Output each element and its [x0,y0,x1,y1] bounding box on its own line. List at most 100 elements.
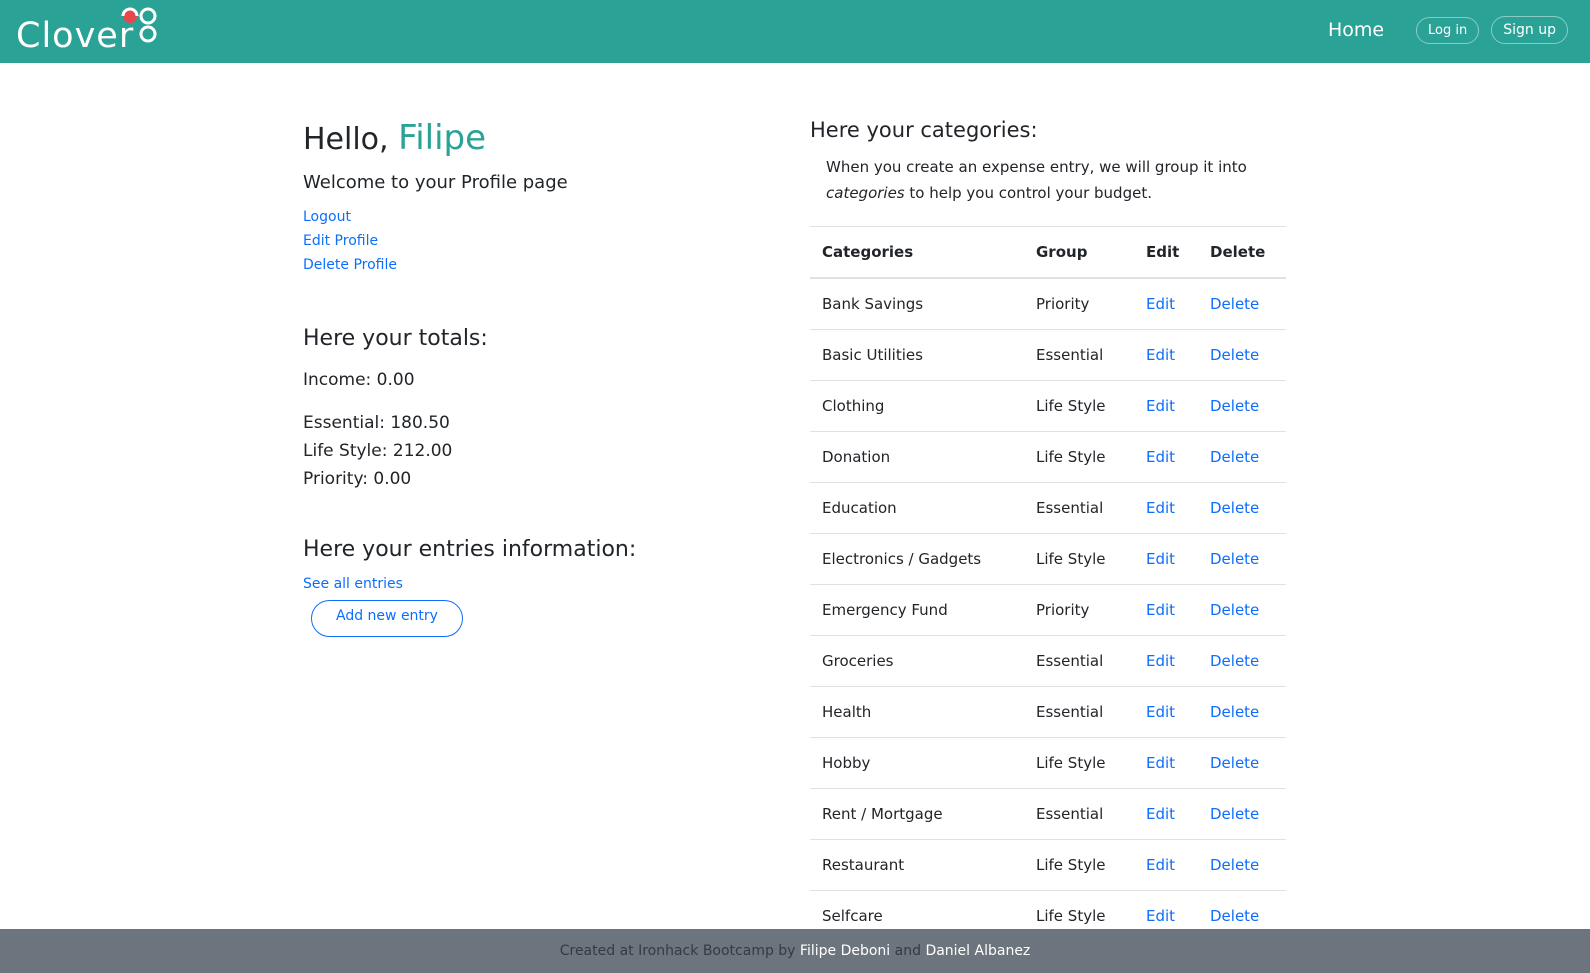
delete-category-link-cell: Delete [1198,431,1286,483]
delete-category-link[interactable]: Delete [1210,346,1259,364]
footer-author-1[interactable]: Filipe Deboni [800,943,890,959]
edit-category-link[interactable]: Edit [1146,754,1175,772]
greeting-heading: Hello, Filipe [303,118,763,158]
logout-link[interactable]: Logout [303,205,763,229]
footer-author-2[interactable]: Daniel Albanez [925,943,1030,959]
category-group-cell: Priority [1024,584,1134,636]
welcome-text: Welcome to your Profile page [303,172,568,193]
edit-category-link-cell: Edit [1134,839,1198,891]
delete-category-link-cell: Delete [1198,277,1286,330]
category-group: Life Style [1036,907,1106,925]
signup-button[interactable]: Sign up [1491,16,1568,44]
category-name: Hobby [822,754,871,772]
edit-category-link-cell: Edit [1134,635,1198,687]
category-group-cell: Essential [1024,635,1134,687]
category-name: Emergency Fund [822,601,948,619]
edit-category-link[interactable]: Edit [1146,550,1175,568]
delete-category-link-cell: Delete [1198,584,1286,636]
category-name-cell: Hobby [810,737,1024,789]
category-name-cell: Rent / Mortgage [810,788,1024,840]
category-name: Clothing [822,397,885,415]
category-name: Rent / Mortgage [822,805,943,823]
table-row: Education Essential Edit Delete [810,482,1286,534]
delete-category-link[interactable]: Delete [1210,907,1259,925]
add-new-entry-button[interactable]: Add new entry [311,600,463,637]
login-button[interactable]: Log in [1416,16,1480,44]
nav-right: Home Log in Sign up [1328,16,1568,44]
edit-category-link-cell: Edit [1134,277,1198,330]
category-name-cell: Emergency Fund [810,584,1024,636]
edit-category-link[interactable]: Edit [1146,856,1175,874]
delete-category-link[interactable]: Delete [1210,856,1259,874]
category-name-cell: Restaurant [810,839,1024,891]
delete-category-link[interactable]: Delete [1210,448,1259,466]
category-group-cell: Life Style [1024,533,1134,585]
edit-category-link-cell: Edit [1134,482,1198,534]
delete-category-link[interactable]: Delete [1210,703,1259,721]
edit-category-link[interactable]: Edit [1146,907,1175,925]
edit-category-link-cell: Edit [1134,380,1198,432]
edit-category-link[interactable]: Edit [1146,805,1175,823]
category-group-cell: Life Style [1024,839,1134,891]
category-name: Selfcare [822,907,883,925]
table-row: Electronics / Gadgets Life Style Edit Delet… [810,533,1286,585]
table-row: Rent / Mortgage Essential Edit Delete [810,788,1286,840]
delete-category-link-cell: Delete [1198,788,1286,840]
edit-category-link[interactable]: Edit [1146,652,1175,670]
edit-category-link[interactable]: Edit [1146,703,1175,721]
desc-emphasis: categories [826,184,905,202]
delete-category-link[interactable]: Delete [1210,652,1259,670]
categories-description: When you create an expense entry, we wil… [826,154,1266,206]
delete-category-link[interactable]: Delete [1210,550,1259,568]
category-name-cell: Groceries [810,635,1024,687]
delete-category-link[interactable]: Delete [1210,397,1259,415]
category-group: Essential [1036,652,1104,670]
category-group: Essential [1036,703,1104,721]
category-name-cell: Basic Utilities [810,329,1024,381]
delete-category-link-cell: Delete [1198,380,1286,432]
edit-category-link[interactable]: Edit [1146,295,1175,313]
edit-profile-link[interactable]: Edit Profile [303,229,763,253]
footer-text: Created at Ironhack Bootcamp by [559,943,800,959]
navbar: Clover Home Log in Sign up [0,0,1590,63]
edit-category-link[interactable]: Edit [1146,448,1175,466]
category-name-cell: Clothing [810,380,1024,432]
category-group: Priority [1036,295,1090,313]
profile-section: Hello, Filipe Welcome to your Profile pa… [303,118,763,277]
brand-name: Clover [16,16,135,56]
category-group: Life Style [1036,856,1106,874]
delete-category-link[interactable]: Delete [1210,499,1259,517]
see-all-entries-link[interactable]: See all entries [303,576,636,592]
edit-category-link[interactable]: Edit [1146,397,1175,415]
category-group: Life Style [1036,550,1106,568]
table-header-row: Categories Group Edit Delete [810,226,1286,279]
categories-table-body: Bank Savings Priority Edit Delete Basic Util… [810,277,1286,941]
edit-category-link-cell: Edit [1134,737,1198,789]
categories-section: Here your categories: When you create an… [810,118,1286,941]
brand-logo[interactable]: Clover [16,8,134,58]
edit-category-link[interactable]: Edit [1146,499,1175,517]
delete-category-link[interactable]: Delete [1210,754,1259,772]
category-name: Education [822,499,897,517]
edit-category-link-cell: Edit [1134,329,1198,381]
delete-category-link[interactable]: Delete [1210,805,1259,823]
table-row: Hobby Life Style Edit Delete [810,737,1286,789]
greeting-text: Hello, [303,122,399,157]
category-name-cell: Bank Savings [810,277,1024,330]
nav-home-link[interactable]: Home [1328,19,1384,41]
category-name: Donation [822,448,891,466]
edit-category-link-cell: Edit [1134,686,1198,738]
delete-profile-link[interactable]: Delete Profile [303,253,763,277]
category-name: Restaurant [822,856,905,874]
delete-category-link-cell: Delete [1198,533,1286,585]
table-row: Restaurant Life Style Edit Delete [810,839,1286,891]
edit-category-link[interactable]: Edit [1146,601,1175,619]
edit-category-link[interactable]: Edit [1146,346,1175,364]
table-row: Bank Savings Priority Edit Delete [810,277,1286,330]
delete-category-link[interactable]: Delete [1210,295,1259,313]
delete-category-link[interactable]: Delete [1210,601,1259,619]
edit-category-link-cell: Edit [1134,788,1198,840]
table-row: Clothing Life Style Edit Delete [810,380,1286,432]
category-group: Life Style [1036,397,1106,415]
delete-category-link-cell: Delete [1198,635,1286,687]
